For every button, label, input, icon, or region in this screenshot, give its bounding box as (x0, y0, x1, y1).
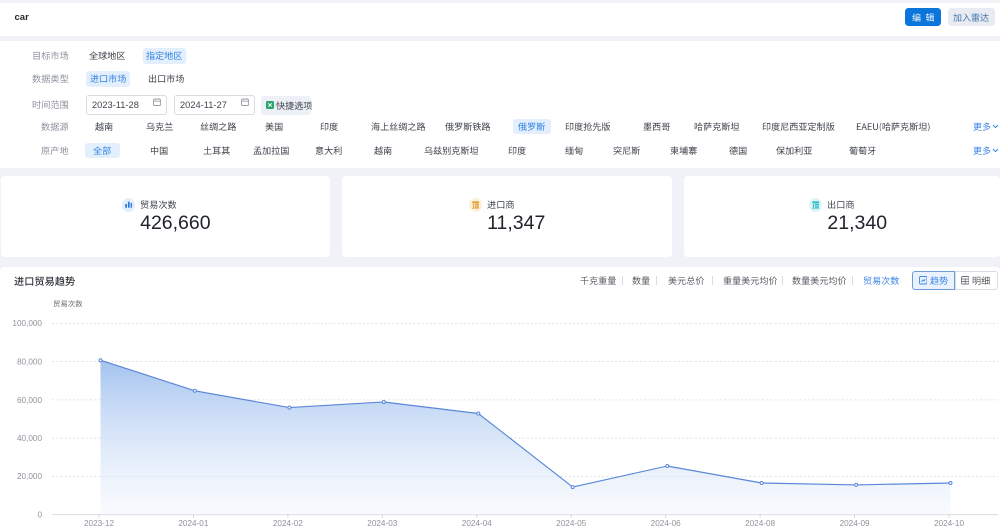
svg-text:2024-05: 2024-05 (556, 519, 586, 528)
svg-text:100,000: 100,000 (12, 319, 42, 328)
svg-text:2024-02: 2024-02 (273, 519, 303, 528)
svg-text:40,000: 40,000 (17, 434, 42, 443)
svg-text:2024-09: 2024-09 (840, 519, 870, 528)
svg-text:80,000: 80,000 (17, 358, 42, 367)
svg-text:20,000: 20,000 (17, 472, 42, 481)
svg-text:0: 0 (37, 511, 42, 520)
svg-text:2023-12: 2023-12 (84, 519, 114, 528)
svg-text:2024-03: 2024-03 (367, 519, 397, 528)
svg-text:2024-08: 2024-08 (745, 519, 775, 528)
svg-text:2024-10: 2024-10 (934, 519, 964, 528)
svg-text:60,000: 60,000 (17, 396, 42, 405)
svg-text:2024-01: 2024-01 (178, 519, 208, 528)
svg-text:2024-04: 2024-04 (462, 519, 492, 528)
svg-text:2024-06: 2024-06 (651, 519, 681, 528)
